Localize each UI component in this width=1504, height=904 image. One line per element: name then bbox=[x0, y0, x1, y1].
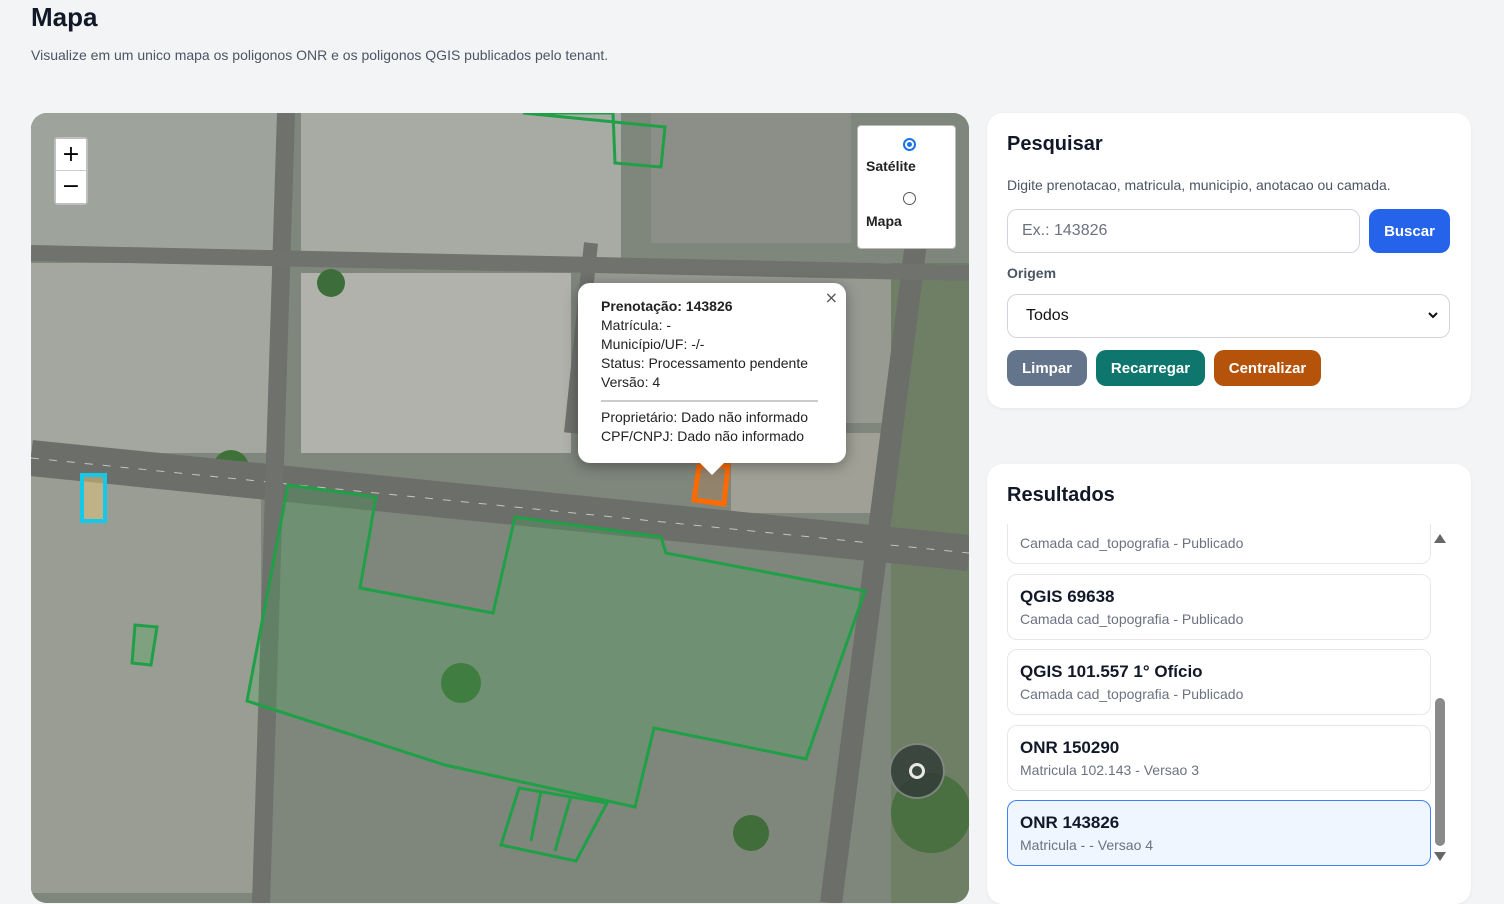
result-title: ONR 143826 bbox=[1020, 813, 1120, 832]
popup-divider bbox=[601, 400, 818, 402]
search-help-text: Digite prenotacao, matricula, municipio,… bbox=[1007, 177, 1391, 193]
popup-tip bbox=[698, 461, 726, 475]
scroll-up-icon[interactable] bbox=[1434, 534, 1446, 543]
map-view[interactable]: + − Satélite Mapa × Prenotação: 143826 M… bbox=[31, 113, 969, 903]
result-title: ONR 150290 bbox=[1020, 738, 1120, 757]
page-subtitle: Visualize em um unico mapa os poligonos … bbox=[31, 47, 609, 63]
origin-select-value: Todos bbox=[1026, 307, 1069, 324]
zoom-in-button[interactable]: + bbox=[56, 139, 86, 171]
result-subtitle: Camada cad_topografia - Publicado bbox=[1020, 535, 1244, 551]
popup-close-icon[interactable]: × bbox=[825, 288, 838, 307]
result-subtitle: Camada cad_topografia - Publicado bbox=[1020, 686, 1244, 702]
popup-title: Prenotação: 143826 bbox=[601, 298, 733, 314]
popup-proprietario: Proprietário: Dado não informado bbox=[601, 409, 809, 425]
result-item[interactable]: QGIS 69638 Camada cad_topografia - Publi… bbox=[1007, 574, 1431, 640]
origin-label: Origem bbox=[1007, 265, 1057, 281]
page-title: Mapa bbox=[31, 2, 98, 32]
popup-matricula: Matrícula: - bbox=[601, 317, 672, 333]
popup-cpf-cnpj: CPF/CNPJ: Dado não informado bbox=[601, 428, 805, 444]
results-scrollbar[interactable] bbox=[1434, 530, 1448, 870]
result-subtitle: Matricula 102.143 - Versao 3 bbox=[1020, 762, 1199, 778]
result-item[interactable]: ONR 150290 Matricula 102.143 - Versao 3 bbox=[1007, 725, 1431, 791]
results-panel: Resultados Camada cad_topografia - Publi… bbox=[987, 464, 1471, 904]
result-title: QGIS 69638 bbox=[1020, 587, 1115, 606]
result-title: QGIS 101.557 1° Ofício bbox=[1020, 662, 1203, 681]
results-title: Resultados bbox=[1007, 484, 1115, 506]
popup-status: Status: Processamento pendente bbox=[601, 355, 809, 371]
origin-select[interactable]: Todos bbox=[1007, 294, 1450, 338]
zoom-control: + − bbox=[54, 137, 88, 205]
result-item[interactable]: Camada cad_topografia - Publicado bbox=[1007, 524, 1431, 564]
compass-icon[interactable] bbox=[889, 743, 945, 799]
search-button[interactable]: Buscar bbox=[1369, 209, 1450, 253]
search-title: Pesquisar bbox=[1007, 133, 1103, 155]
satellite-imagery bbox=[31, 113, 969, 903]
result-subtitle: Matricula - - Versao 4 bbox=[1020, 837, 1154, 853]
search-panel: Pesquisar Digite prenotacao, matricula, … bbox=[987, 113, 1471, 408]
center-button[interactable]: Centralizar bbox=[1214, 350, 1321, 386]
search-input[interactable] bbox=[1007, 209, 1360, 253]
feature-popup: × Prenotação: 143826 Matrícula: - Municí… bbox=[578, 283, 846, 475]
scroll-down-icon[interactable] bbox=[1434, 852, 1446, 861]
satellite-radio[interactable] bbox=[903, 138, 916, 151]
reload-button[interactable]: Recarregar bbox=[1096, 350, 1205, 386]
result-item[interactable]: QGIS 101.557 1° Ofício Camada cad_topogr… bbox=[1007, 649, 1431, 715]
popup-versao: Versão: 4 bbox=[601, 374, 661, 390]
scroll-thumb[interactable] bbox=[1435, 698, 1445, 846]
chevron-down-icon bbox=[1428, 312, 1438, 319]
satellite-label: Satélite bbox=[866, 158, 916, 174]
map-label: Mapa bbox=[866, 213, 902, 229]
result-item-selected[interactable]: ONR 143826 Matricula - - Versao 4 bbox=[1007, 800, 1431, 866]
popup-municipio: Município/UF: -/- bbox=[601, 336, 705, 352]
results-list[interactable]: Camada cad_topografia - Publicado QGIS 6… bbox=[1007, 524, 1431, 869]
layer-switcher: Satélite Mapa bbox=[857, 125, 956, 249]
result-subtitle: Camada cad_topografia - Publicado bbox=[1020, 611, 1244, 627]
map-radio[interactable] bbox=[903, 192, 916, 205]
zoom-out-button[interactable]: − bbox=[56, 171, 86, 203]
clear-button[interactable]: Limpar bbox=[1007, 350, 1087, 386]
